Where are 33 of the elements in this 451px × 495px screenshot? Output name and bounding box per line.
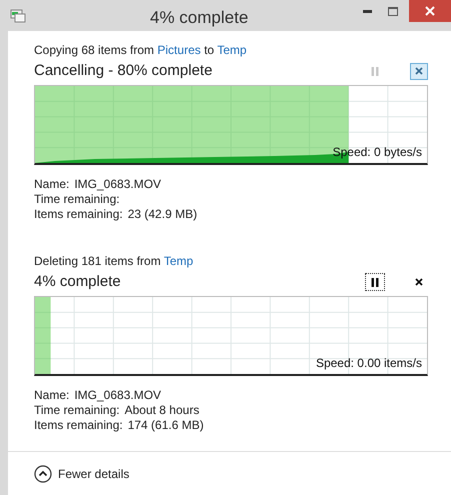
detail-label: Name: [34, 388, 70, 403]
progress-status: Cancelling - 80% complete [34, 60, 212, 81]
pause-icon [371, 278, 379, 286]
close-icon [415, 67, 423, 75]
folder-link[interactable]: Temp [164, 254, 194, 268]
detail-value: IMG_0683.MOV [74, 177, 162, 192]
speed-label: Speed: 0.00 items/s [316, 355, 422, 372]
maximize-icon [388, 6, 398, 16]
detail-label: Time remaining: [34, 192, 120, 207]
detail-label: Name: [34, 177, 70, 192]
fewer-details-button[interactable]: Fewer details [34, 464, 130, 482]
chevron-up-icon [34, 464, 52, 482]
folder-link[interactable]: Temp [217, 43, 247, 57]
folder-link[interactable]: Pictures [157, 43, 201, 57]
window-title: 4% complete [150, 7, 248, 29]
close-icon [415, 278, 423, 286]
detail-value: 174 (61.6 MB) [128, 418, 204, 433]
detail-value: 23 (42.9 MB) [128, 207, 198, 222]
pause-button[interactable] [365, 273, 385, 291]
detail-label: Time remaining: [34, 403, 120, 418]
pause-icon [371, 66, 379, 76]
detail-value: About 8 hours [124, 403, 200, 418]
detail-value: IMG_0683.MOV [74, 388, 162, 403]
detail-label: Items remaining: [34, 207, 123, 222]
close-button[interactable] [409, 0, 451, 22]
operation-description: Deleting 181 items from Temp [34, 253, 194, 269]
detail-label: Items remaining: [34, 418, 123, 433]
operation-description: Copying 68 items from Pictures to Temp [34, 42, 248, 58]
close-icon [425, 6, 435, 16]
speed-label: Speed: 0 bytes/s [332, 144, 422, 161]
progress-status: 4% complete [34, 272, 121, 292]
copy-window-icon [10, 8, 26, 22]
minimize-icon [362, 10, 372, 12]
